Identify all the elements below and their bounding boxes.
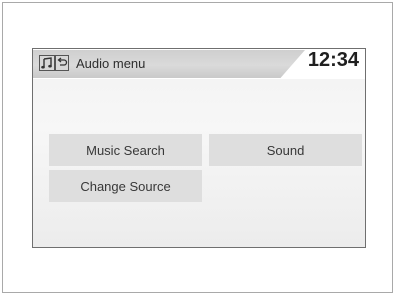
music-search-button[interactable]: Music Search	[49, 134, 202, 166]
change-source-button[interactable]: Change Source	[49, 170, 202, 202]
header: Audio menu 12:34	[33, 49, 365, 79]
clock: 12:34	[307, 49, 359, 71]
back-icon[interactable]	[55, 55, 69, 71]
header-bar	[33, 50, 305, 78]
audio-menu-screen: Audio menu 12:34 Music Search Sound Chan…	[32, 48, 366, 248]
page-title: Audio menu	[76, 56, 146, 71]
page: Audio menu 12:34 Music Search Sound Chan…	[0, 0, 396, 297]
music-note-icon	[39, 55, 55, 71]
sound-button[interactable]: Sound	[209, 134, 362, 166]
